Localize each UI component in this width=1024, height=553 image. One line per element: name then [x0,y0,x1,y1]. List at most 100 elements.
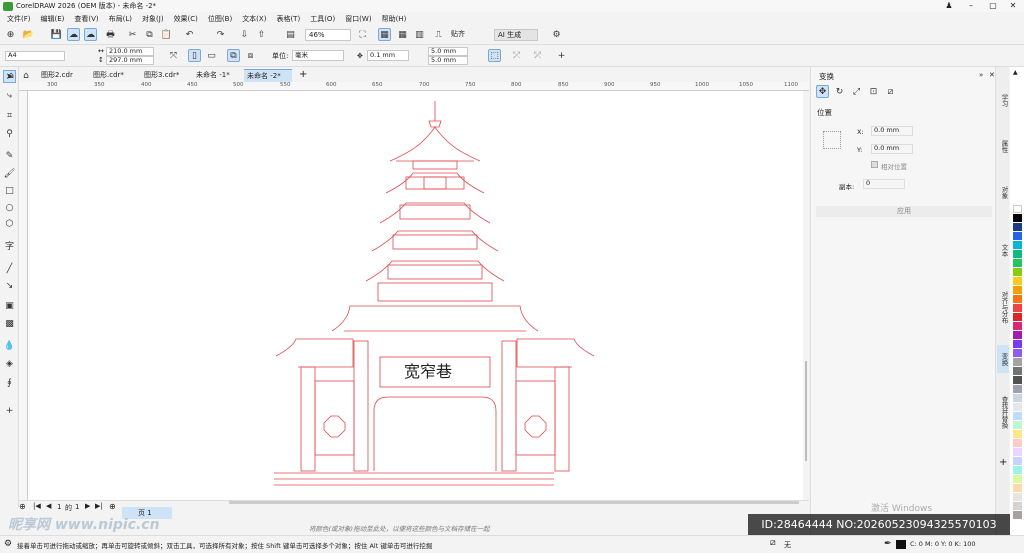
ellipse-tool-icon[interactable]: ○ [3,201,16,214]
text-tool-icon[interactable]: 字 [3,239,16,252]
docker-tab-align[interactable]: 对齐与分布 [997,283,1009,331]
docker-tab-find-replace[interactable]: 查找并替换 [997,387,1009,437]
tab-document-3[interactable]: 图形3.cdr* [141,69,191,82]
add-icon[interactable]: + [555,49,568,62]
palette-swatch[interactable] [1013,502,1022,510]
menu-bitmaps[interactable]: 位图(B) [208,14,232,24]
add-page-before-icon[interactable]: ⊕ [19,502,31,512]
docker-tab-objects[interactable]: 对象 [997,179,1009,205]
parallel-dimension-icon[interactable]: ╱ [3,262,16,275]
shape-tool-icon[interactable]: ⤷ [3,89,16,102]
palette-swatch[interactable] [1013,484,1022,492]
redo-icon[interactable]: ↷ [214,28,227,41]
zoom-level-select[interactable]: 46% [305,29,351,41]
snap-to-dropdown[interactable]: 贴齐 [448,29,484,41]
smart-fill-icon[interactable]: ∮ [3,376,16,389]
palette-swatch[interactable] [1013,394,1022,402]
snap-icon[interactable]: ⎍ [432,28,445,41]
eyedropper-icon[interactable]: 💧 [3,339,16,352]
drop-shadow-icon[interactable]: ▣ [3,299,16,312]
menu-text[interactable]: 文本(X) [242,14,266,24]
prev-page-icon[interactable]: ◀ [46,502,54,512]
duplicate-y-input[interactable]: 5.0 mm [428,56,468,65]
artistic-media-icon[interactable]: 🖌 [3,167,16,180]
page-height-input[interactable]: 297.0 mm [106,56,154,65]
paste-icon[interactable]: 📋 [160,28,173,41]
position-mode-icon[interactable]: ✥ [816,85,829,98]
new-tab-button[interactable]: + [296,69,308,82]
transparency-icon[interactable]: ▩ [3,317,16,330]
menu-effects[interactable]: 效果(C) [174,14,198,24]
palette-swatch[interactable] [1013,313,1022,321]
menu-object[interactable]: 对象(J) [142,14,164,24]
menu-table[interactable]: 表格(T) [276,14,300,24]
next-page-icon[interactable]: ▶ [85,502,93,512]
y-position-input[interactable]: 0.0 mm [871,144,913,154]
relative-position-checkbox[interactable] [871,161,878,168]
palette-swatch[interactable] [1013,412,1022,420]
add-page-after-icon[interactable]: ⊕ [109,502,119,512]
apply-button[interactable]: 应用 [816,206,992,217]
rotate-mode-icon[interactable]: ↻ [833,85,846,98]
print-icon[interactable]: 🖶 [104,28,117,41]
palette-swatch[interactable] [1013,403,1022,411]
docker-tab-learn[interactable]: 学习 [997,87,1009,113]
docker-expand-icon[interactable]: » [979,71,983,79]
palette-swatch[interactable] [1013,367,1022,375]
palette-swatch[interactable] [1013,304,1022,312]
palette-swatch[interactable] [1013,493,1022,501]
export-icon[interactable]: ⇧ [255,28,268,41]
nudge-distance-input[interactable]: 0.1 mm [367,50,409,61]
menu-file[interactable]: 文件(F) [7,14,31,24]
freehand-tool-icon[interactable]: ✎ [3,149,16,162]
undo-icon[interactable]: ↶ [183,28,196,41]
palette-swatch[interactable] [1013,385,1022,393]
rectangle-tool-icon[interactable]: □ [3,184,16,197]
docker-close-icon[interactable]: ✕ [989,71,995,79]
tab-document-4[interactable]: 未命名 -1* [193,69,241,82]
palette-swatch[interactable] [1013,376,1022,384]
docker-tab-properties[interactable]: 属性 [997,133,1009,159]
page-width-input[interactable]: 210.0 mm [106,47,154,56]
vertical-scrollbar[interactable] [805,361,807,461]
anchor-grid-icon[interactable] [823,131,841,149]
horizontal-scrollbar[interactable] [229,501,799,504]
docker-tab-text[interactable]: 文本 [997,237,1009,263]
scale-mirror-icon[interactable]: ⤢ [850,85,863,98]
tab-document-1[interactable]: 图形2.cdr [38,69,86,82]
menu-tools[interactable]: 工具(O) [310,14,335,24]
landscape-icon[interactable]: ▭ [205,49,218,62]
start-icon[interactable]: ⌂ [5,70,17,82]
minimize-button[interactable]: – [960,0,982,12]
cloud-icon[interactable]: ☁ [67,28,80,41]
palette-swatch[interactable] [1013,358,1022,366]
palette-swatch[interactable] [1013,268,1022,276]
page-layout-icon[interactable]: ⧈ [244,49,257,62]
pagoda-gate-drawing[interactable]: 宽窄巷 [28,91,803,500]
drawing-canvas[interactable]: 宽窄巷 [28,91,807,500]
duplicate-x-input[interactable]: 5.0 mm [428,47,468,56]
menu-view[interactable]: 查看(V) [74,14,98,24]
current-page-icon[interactable]: ⧉ [227,49,240,62]
palette-swatch[interactable] [1013,286,1022,294]
new-document-icon[interactable]: ⊕ [4,28,17,41]
all-pages-icon[interactable]: ⤧ [167,49,180,62]
cloud-upload-icon[interactable]: ☁ [84,28,97,41]
vertical-ruler[interactable] [19,91,28,501]
menu-help[interactable]: 帮助(H) [382,14,407,24]
tab-document-2[interactable]: 图形.cdr* [90,69,138,82]
palette-swatch[interactable] [1013,295,1022,303]
palette-swatch[interactable] [1013,259,1022,267]
copy-icon[interactable]: ⧉ [143,28,156,41]
palette-swatch[interactable] [1013,223,1022,231]
palette-swatch[interactable] [1013,349,1022,357]
docker-tab-transform[interactable]: 变换 [997,345,1009,373]
palette-swatch[interactable] [1013,214,1022,222]
palette-swatch[interactable] [1013,448,1022,456]
copies-input[interactable]: 0 [863,179,905,189]
palette-swatch[interactable] [1013,232,1022,240]
zoom-tool-icon[interactable]: ⚲ [3,127,16,140]
account-icon[interactable]: ♟ [938,0,960,12]
page-size-select[interactable]: A4 [5,51,65,61]
palette-swatch[interactable] [1013,340,1022,348]
